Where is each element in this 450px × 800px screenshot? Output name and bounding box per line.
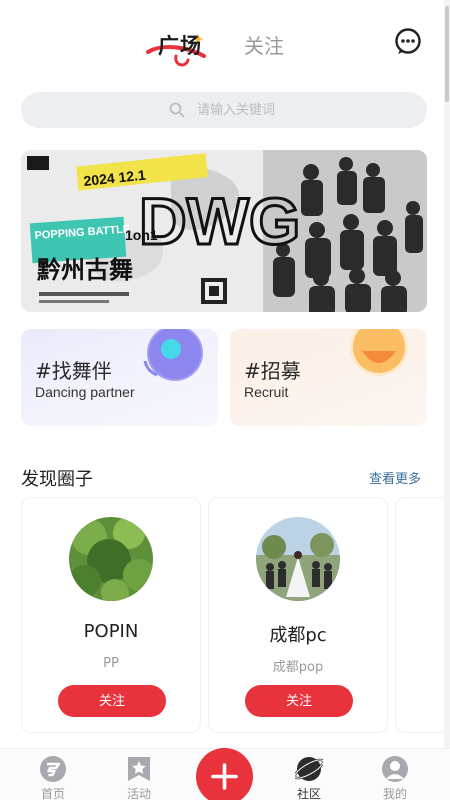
chat-bubble-icon[interactable]	[394, 27, 422, 55]
circle-desc: 成都pop	[272, 660, 324, 675]
nav-home[interactable]: 首页	[23, 755, 83, 800]
tab-square[interactable]: 广场	[146, 26, 210, 67]
circle-name: 成都pc	[269, 625, 327, 646]
banner-title: 黔州古舞	[37, 256, 133, 284]
find-partner-title: #找舞伴	[35, 359, 112, 383]
banner-format: 1on1	[125, 227, 158, 243]
avatar	[69, 517, 153, 601]
circle-card[interactable]: POPIN PP 关注	[21, 497, 201, 733]
search-input[interactable]	[197, 99, 397, 121]
circle-name: POPIN	[83, 621, 139, 642]
event-banner[interactable]: 2024 12.1 DWG POPPING BATTLE 1on1 黔州古舞	[21, 150, 427, 312]
user-icon	[382, 756, 408, 782]
nav-community-label: 社区	[296, 787, 321, 800]
circle-card-partial[interactable]	[395, 497, 444, 733]
avatar	[256, 517, 340, 601]
nav-home-label: 首页	[40, 787, 65, 800]
search-icon	[169, 102, 185, 118]
smile-badge-icon	[350, 329, 408, 376]
follow-button[interactable]: 关注	[58, 685, 166, 717]
microphone-icon	[143, 329, 203, 381]
header: 广场 关注	[0, 0, 450, 84]
create-post-button[interactable]	[196, 748, 253, 800]
section-title: 发现圈子	[21, 469, 93, 490]
find-partner-card[interactable]: #找舞伴 Dancing partner	[21, 329, 218, 426]
recruit-card[interactable]: #招募 Recruit	[230, 329, 427, 426]
plus-icon	[211, 763, 238, 790]
home-icon	[40, 756, 66, 782]
circle-avatar-image	[256, 517, 340, 601]
svg-text:DWG: DWG	[139, 184, 300, 258]
nav-profile-label: 我的	[382, 787, 407, 800]
tab-follow[interactable]: 关注	[244, 30, 284, 59]
circle-desc: PP	[103, 656, 119, 671]
bookmark-star-icon	[128, 757, 150, 781]
planet-icon	[295, 757, 323, 781]
circle-card[interactable]: 成都pc 成都pop 关注	[208, 497, 388, 733]
see-more-link[interactable]: 查看更多	[369, 468, 421, 487]
nav-activity[interactable]: 活动	[109, 755, 169, 800]
recruit-subtitle: Recruit	[244, 384, 289, 400]
nav-profile[interactable]: 我的	[365, 755, 425, 800]
search-bar[interactable]	[21, 92, 427, 128]
nav-community[interactable]: 社区	[279, 755, 339, 800]
recruit-title: #招募	[244, 359, 301, 383]
find-partner-subtitle: Dancing partner	[35, 384, 135, 400]
scrollbar-track	[444, 0, 450, 800]
scrollbar-thumb[interactable]	[445, 6, 449, 102]
circle-avatar-image	[69, 517, 153, 601]
nav-activity-label: 活动	[126, 787, 151, 800]
tab-square-label: 广场	[158, 34, 202, 58]
follow-button[interactable]: 关注	[245, 685, 353, 717]
event-poster-image: 2024 12.1 DWG POPPING BATTLE 1on1 黔州古舞	[21, 150, 427, 312]
